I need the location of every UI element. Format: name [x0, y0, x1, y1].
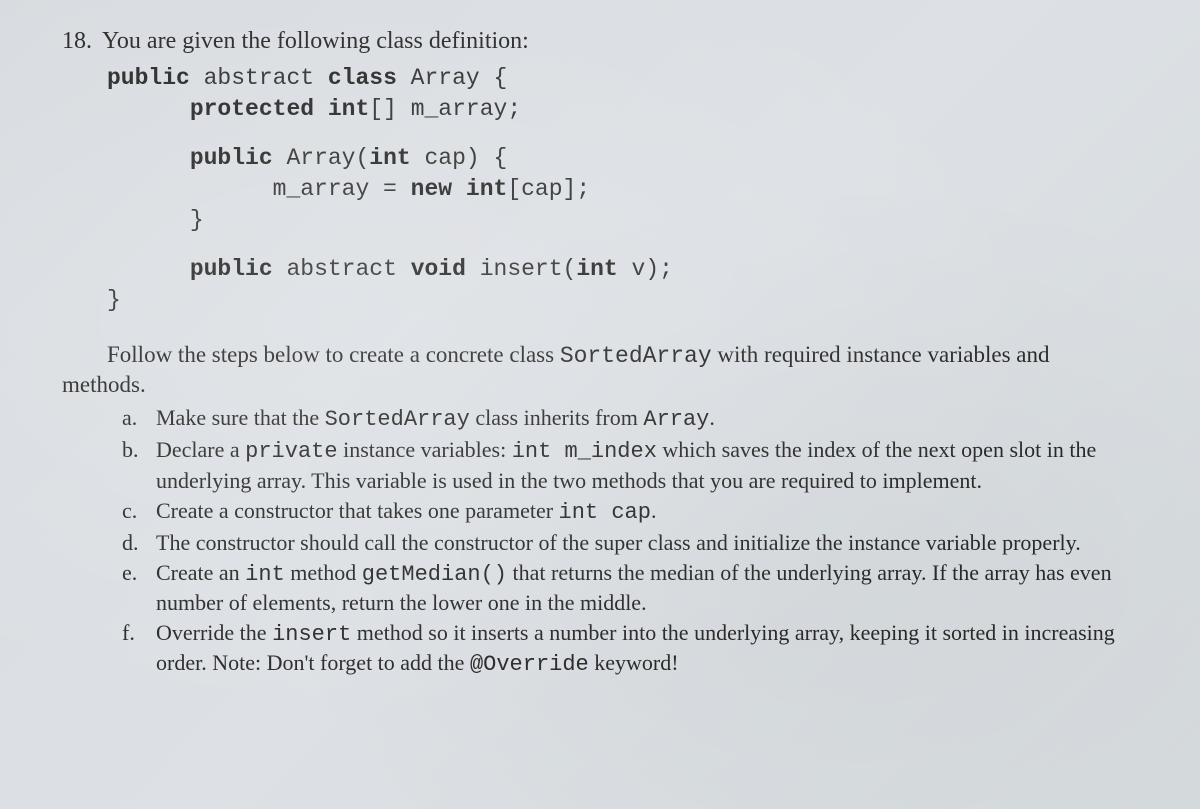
question-intro: You are given the following class defini… — [102, 28, 529, 54]
follow-instructions-cont: methods. — [62, 372, 1145, 398]
code-line-2: protected int[] m_array; — [107, 94, 1145, 125]
steps-list: a. Make sure that the SortedArray class … — [122, 404, 1145, 679]
list-item-d: d. The constructor should call the const… — [122, 529, 1145, 557]
code-line-1: public abstract class Array { — [107, 63, 1145, 94]
list-item-b: b. Declare a private instance variables:… — [122, 436, 1145, 494]
code-line-7: } — [107, 285, 1145, 316]
list-item-e: e. Create an int method getMedian() that… — [122, 559, 1145, 617]
list-item-f: f. Override the insert method so it inse… — [122, 619, 1145, 679]
list-item-c: c. Create a constructor that takes one p… — [122, 497, 1145, 527]
list-item-a: a. Make sure that the SortedArray class … — [122, 404, 1145, 434]
code-block: public abstract class Array { protected … — [107, 63, 1145, 316]
code-line-4: m_array = new int[cap]; — [107, 174, 1145, 205]
question-number: 18. — [62, 28, 92, 54]
follow-instructions: Follow the steps below to create a concr… — [107, 340, 1145, 372]
code-line-5: } — [107, 205, 1145, 236]
question-header: 18. You are given the following class de… — [62, 28, 1145, 55]
code-line-3: public Array(int cap) { — [107, 143, 1145, 174]
code-line-6: public abstract void insert(int v); — [107, 254, 1145, 285]
